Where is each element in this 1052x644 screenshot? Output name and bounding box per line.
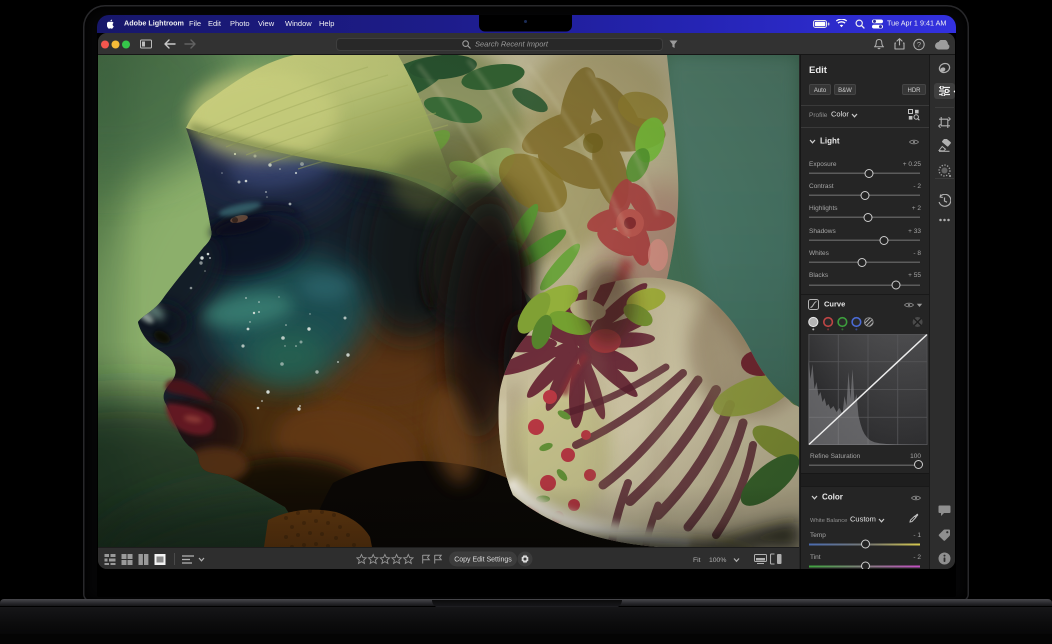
svg-text:?: ? (917, 40, 921, 49)
